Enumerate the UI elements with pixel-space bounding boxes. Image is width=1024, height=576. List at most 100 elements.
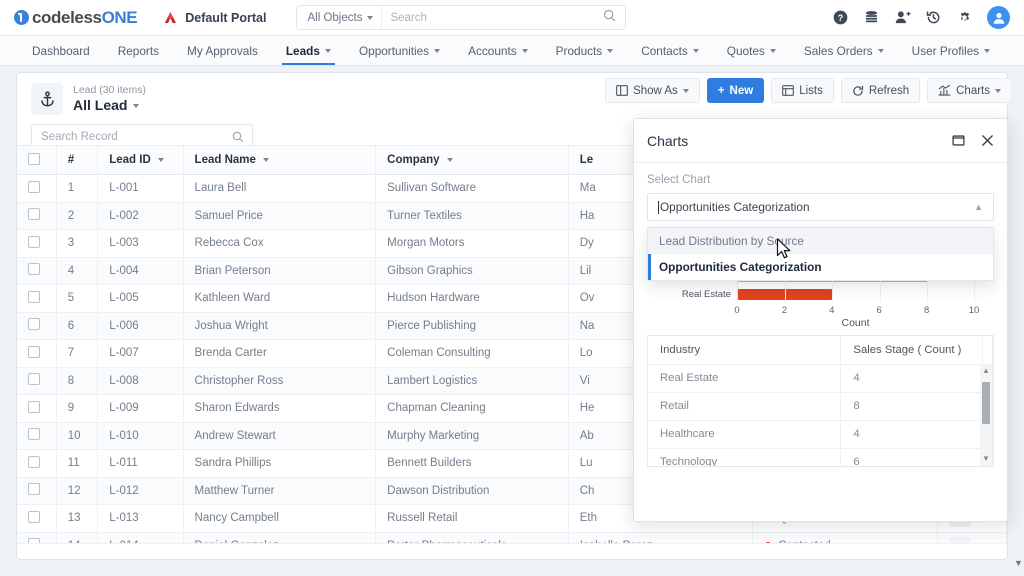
lists-label: Lists — [799, 84, 823, 97]
cell-lead-id: L-014 — [97, 532, 184, 543]
maximize-icon[interactable] — [952, 134, 965, 147]
select-chart-label: Select Chart — [647, 174, 711, 186]
th-company[interactable]: Company — [375, 145, 569, 175]
cell-number: 11 — [56, 449, 99, 478]
nav-item-accounts[interactable]: Accounts — [454, 36, 542, 65]
row-checkbox[interactable] — [28, 235, 40, 248]
nav-item-reports[interactable]: Reports — [104, 36, 173, 65]
nav-item-opportunities[interactable]: Opportunities — [345, 36, 454, 65]
chevron-down-icon — [133, 103, 140, 108]
nav-item-quotes[interactable]: Quotes — [713, 36, 790, 65]
lists-button[interactable]: Lists — [771, 78, 834, 103]
chevron-down-icon — [324, 48, 331, 53]
select-chart-value: Opportunities Categorization — [660, 200, 810, 214]
page-scrollbar[interactable]: ▼ — [1011, 66, 1024, 576]
nav-label: Sales Orders — [803, 43, 873, 58]
refresh-button[interactable]: Refresh — [840, 78, 921, 103]
search-input[interactable] — [382, 11, 604, 24]
th-lead-id[interactable]: Lead ID — [97, 145, 184, 175]
nav-item-leads[interactable]: Leads — [272, 36, 345, 65]
nav-item-user-profiles[interactable]: User Profiles — [898, 36, 1005, 65]
nav-label: Reports — [117, 43, 160, 58]
close-icon[interactable] — [981, 134, 994, 147]
cell-lead-name: Christopher Ross — [183, 367, 377, 395]
row-checkbox[interactable] — [28, 510, 40, 523]
cell-company: Porter Pharmaceuticals — [375, 532, 569, 543]
select-all-checkbox[interactable] — [28, 152, 40, 165]
row-checkbox[interactable] — [28, 180, 40, 193]
row-checkbox[interactable] — [28, 345, 40, 358]
chart-detail-row: Real Estate 4 — [648, 364, 993, 393]
search-icon[interactable] — [603, 9, 625, 27]
scroll-up-arrow-icon[interactable]: ▲ — [982, 366, 990, 375]
th-label: # — [67, 154, 75, 166]
th-lead-name[interactable]: Lead Name — [183, 145, 377, 175]
sort-chevron-icon[interactable] — [446, 158, 453, 162]
add-user-icon[interactable] — [894, 9, 911, 26]
nav-item-sales-orders[interactable]: Sales Orders — [790, 36, 898, 65]
chart-option-opportunities-categorization[interactable]: Opportunities Categorization — [648, 254, 993, 280]
row-checkbox[interactable] — [28, 318, 40, 331]
nav-label: User Profiles — [911, 43, 980, 58]
nav-label: Dashboard — [32, 43, 90, 58]
cell-lead-name: Daniel Gonzalez — [183, 532, 377, 543]
th-label: Lead ID — [109, 154, 151, 166]
portal-selector[interactable]: Default Portal — [163, 11, 266, 25]
charts-button[interactable]: Charts — [927, 78, 1012, 103]
cell-lead-id: L-010 — [97, 422, 184, 450]
search-record-input[interactable] — [32, 131, 232, 143]
cell-checkbox — [17, 284, 57, 313]
cell-lead-id: L-006 — [97, 312, 184, 340]
global-search[interactable]: All Objects — [296, 5, 627, 30]
chevron-up-icon[interactable]: ▲ — [974, 202, 983, 212]
search-icon[interactable] — [232, 131, 252, 143]
chart-detail-industry: Retail — [648, 392, 842, 421]
nav-item-my-approvals[interactable]: My Approvals — [173, 36, 272, 65]
gear-icon[interactable] — [956, 9, 973, 26]
app-logo[interactable]: codeless ONE — [14, 8, 138, 28]
sort-chevron-icon[interactable] — [262, 158, 269, 162]
nav-item-contacts[interactable]: Contacts — [627, 36, 713, 65]
chart-option-lead-distribution[interactable]: Lead Distribution by Source — [648, 228, 993, 254]
show-as-button[interactable]: Show As — [605, 78, 700, 103]
nav-item-dashboard[interactable]: Dashboard — [18, 36, 104, 65]
row-checkbox[interactable] — [28, 428, 40, 441]
circle-one-icon — [14, 10, 29, 25]
cell-checkbox — [17, 312, 57, 340]
table-row[interactable]: 14L-014Daniel GonzalezPorter Pharmaceuti… — [17, 532, 1007, 543]
page-scroll-down-arrow-icon[interactable]: ▼ — [1014, 558, 1023, 568]
avatar[interactable] — [987, 6, 1010, 29]
help-icon[interactable]: ? — [832, 9, 849, 26]
cell-lead-name: Andrew Stewart — [183, 422, 377, 450]
top-bar-actions: ? — [832, 6, 1010, 29]
scroll-down-arrow-icon[interactable]: ▼ — [982, 454, 990, 463]
row-checkbox[interactable] — [28, 483, 40, 496]
row-checkbox[interactable] — [28, 290, 40, 303]
chart-detail-scroll-thumb[interactable] — [982, 382, 990, 424]
select-chart-dropdown[interactable]: Opportunities Categorization ▲ — [647, 193, 994, 221]
page-title[interactable]: All Lead — [73, 97, 146, 114]
row-checkbox[interactable] — [28, 400, 40, 413]
svg-text:?: ? — [838, 13, 843, 23]
chart-detail-col-spacer — [982, 336, 993, 365]
chart-x-axis-label: Count — [841, 317, 870, 329]
chart-detail-scrollbar[interactable]: ▲ ▼ — [980, 364, 992, 466]
cell-lead-name: Sandra Phillips — [183, 449, 377, 478]
new-button[interactable]: + New — [706, 78, 765, 103]
top-bar: codeless ONE Default Portal All Objects … — [0, 0, 1024, 36]
charts-panel-header: Charts — [634, 119, 1007, 163]
option-label: Lead Distribution by Source — [659, 234, 804, 248]
nav-item-products[interactable]: Products — [542, 36, 628, 65]
database-icon[interactable] — [863, 9, 880, 26]
nav-label: Quotes — [726, 43, 765, 58]
row-checkbox[interactable] — [28, 263, 40, 276]
sort-chevron-icon[interactable] — [157, 158, 164, 162]
history-icon[interactable] — [925, 9, 942, 26]
search-scope-dropdown[interactable]: All Objects — [297, 6, 383, 29]
cell-lead-name: Brian Peterson — [183, 257, 377, 285]
row-checkbox[interactable] — [28, 455, 40, 468]
cell-checkbox — [17, 339, 57, 368]
row-checkbox[interactable] — [28, 373, 40, 386]
cell-company: Murphy Marketing — [375, 422, 569, 450]
row-checkbox[interactable] — [28, 208, 40, 221]
